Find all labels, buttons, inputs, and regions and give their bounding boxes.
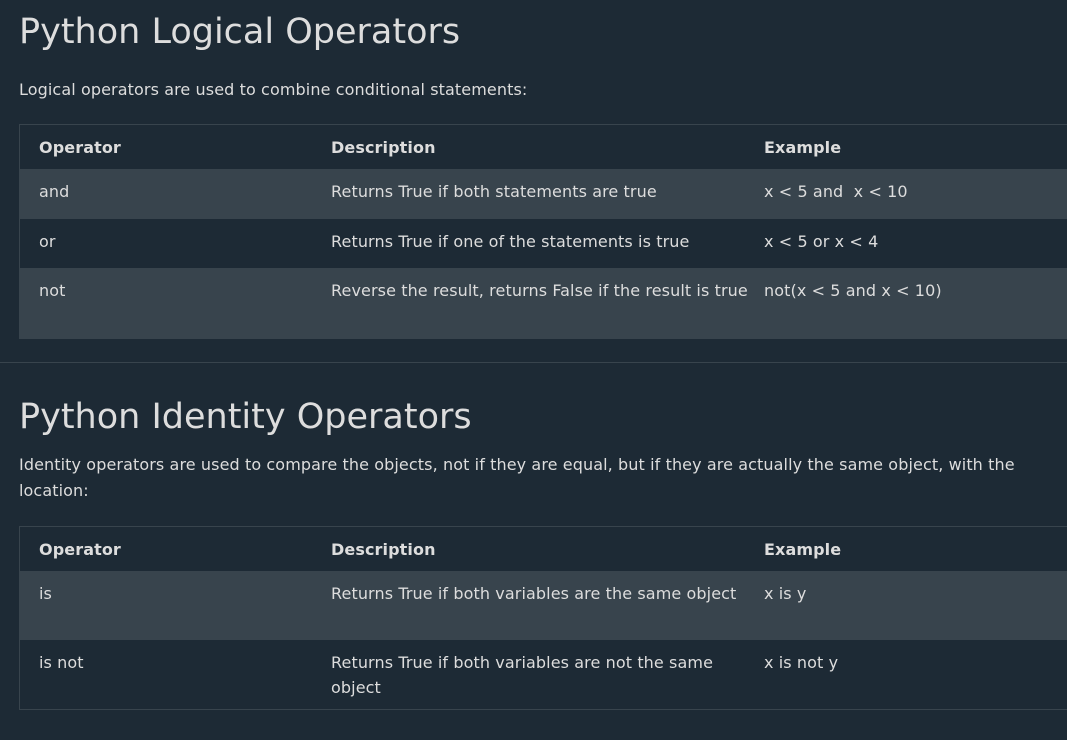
table-header-row: Operator Description Example	[20, 527, 1067, 571]
cell-operator: or	[39, 232, 56, 251]
table-header-row: Operator Description Example	[20, 125, 1067, 169]
table-row: is Returns True if both variables are th…	[20, 571, 1067, 640]
section-intro-line: location:	[19, 481, 89, 500]
header-example: Example	[764, 137, 842, 157]
cell-example: x < 5 or x < 4	[764, 232, 879, 251]
logical-operators-section: Python Logical Operators Logical operato…	[0, 0, 1067, 339]
cell-example: not(x < 5 and x < 10)	[764, 281, 942, 300]
cell-example: x is y	[764, 584, 807, 603]
cell-operator: and	[39, 182, 70, 201]
section-intro: Logical operators are used to combine co…	[19, 80, 528, 99]
cell-example: x is not y	[764, 653, 839, 672]
cell-description: Returns True if both variables are the s…	[331, 584, 737, 603]
cell-operator: is	[39, 584, 52, 603]
header-operator: Operator	[39, 137, 121, 157]
table-row: and Returns True if both statements are …	[20, 169, 1067, 219]
table-row: is not Returns True if both variables ar…	[20, 640, 1067, 709]
header-operator: Operator	[39, 539, 121, 559]
section-title: Python Logical Operators	[19, 12, 461, 52]
cell-description: Returns True if one of the statements is…	[331, 232, 690, 251]
cell-operator: is not	[39, 653, 84, 672]
logical-operators-table: Operator Description Example and Returns…	[19, 124, 1067, 339]
header-example: Example	[764, 539, 842, 559]
identity-operators-section: Python Identity Operators Identity opera…	[0, 363, 1067, 710]
section-title: Python Identity Operators	[19, 397, 472, 437]
cell-description: Returns True if both variables are not t…	[331, 653, 714, 697]
header-description: Description	[331, 137, 436, 157]
section-intro-line: Identity operators are used to compare t…	[19, 455, 1015, 474]
identity-operators-table: Operator Description Example is Returns …	[19, 526, 1067, 710]
table-row: or Returns True if one of the statements…	[20, 219, 1067, 268]
cell-operator: not	[39, 281, 66, 300]
cell-description: Reverse the result, returns False if the…	[331, 281, 748, 300]
cell-example: x < 5 and x < 10	[764, 182, 908, 201]
header-description: Description	[331, 539, 436, 559]
table-row: not Reverse the result, returns False if…	[20, 268, 1067, 338]
cell-description: Returns True if both statements are true	[331, 182, 657, 201]
